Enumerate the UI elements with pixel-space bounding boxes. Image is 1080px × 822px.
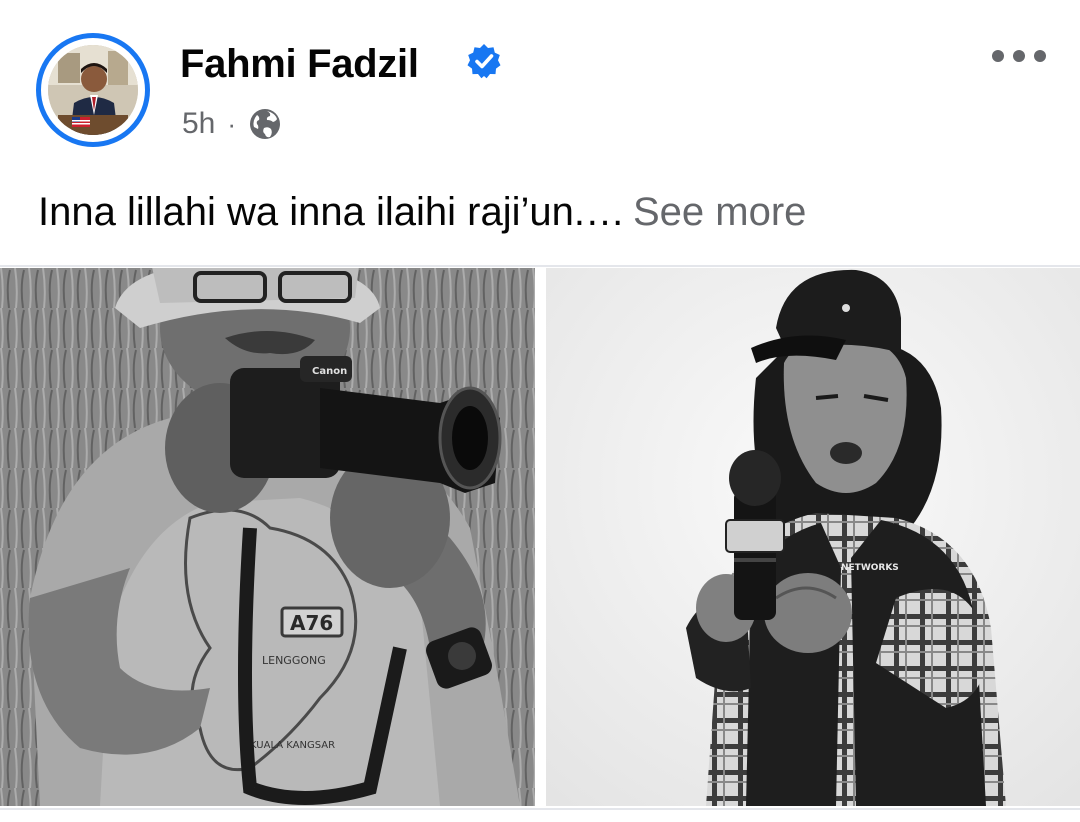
photo-photographer[interactable]: A76 LENGGONG KUALA KANGSAR Canon [0,268,535,806]
shirt-print-text: LENGGONG [262,654,326,667]
post-text: Inna lillahi wa inna ilaihi raji’un.… [38,190,625,234]
post-body: Inna lillahi wa inna ilaihi raji’un.… See… [38,184,806,240]
post-meta: 5h · [182,104,282,144]
meta-separator: · [227,108,237,139]
author-name[interactable]: Fahmi Fadzil [180,40,419,88]
photo-presenter[interactable]: NETWORKS [546,268,1080,806]
globe-icon[interactable] [248,107,282,141]
photo-grid: A76 LENGGONG KUALA KANGSAR Canon NETWORK… [0,268,1080,808]
photographer-image: A76 LENGGONG KUALA KANGSAR Canon [0,268,535,806]
shirt-print-code: A76 [290,611,333,635]
shirt-print-text-2: KUALA KANGSAR [250,740,335,751]
avatar-story-ring[interactable] [36,33,150,147]
camera-brand: Canon [312,366,347,377]
vest-print: NETWORKS [841,563,899,573]
post-header: Fahmi Fadzil 5h · [0,0,1080,165]
avatar[interactable] [48,45,138,135]
divider-bottom [0,808,1080,822]
presenter-image: NETWORKS [546,268,1080,806]
post-timestamp[interactable]: 5h [182,107,215,141]
see-more-link[interactable]: See more [633,190,806,234]
verified-badge-icon [467,44,501,79]
profile-photo-icon [48,45,138,135]
more-options-icon[interactable] [990,42,1048,70]
divider [0,265,1080,267]
